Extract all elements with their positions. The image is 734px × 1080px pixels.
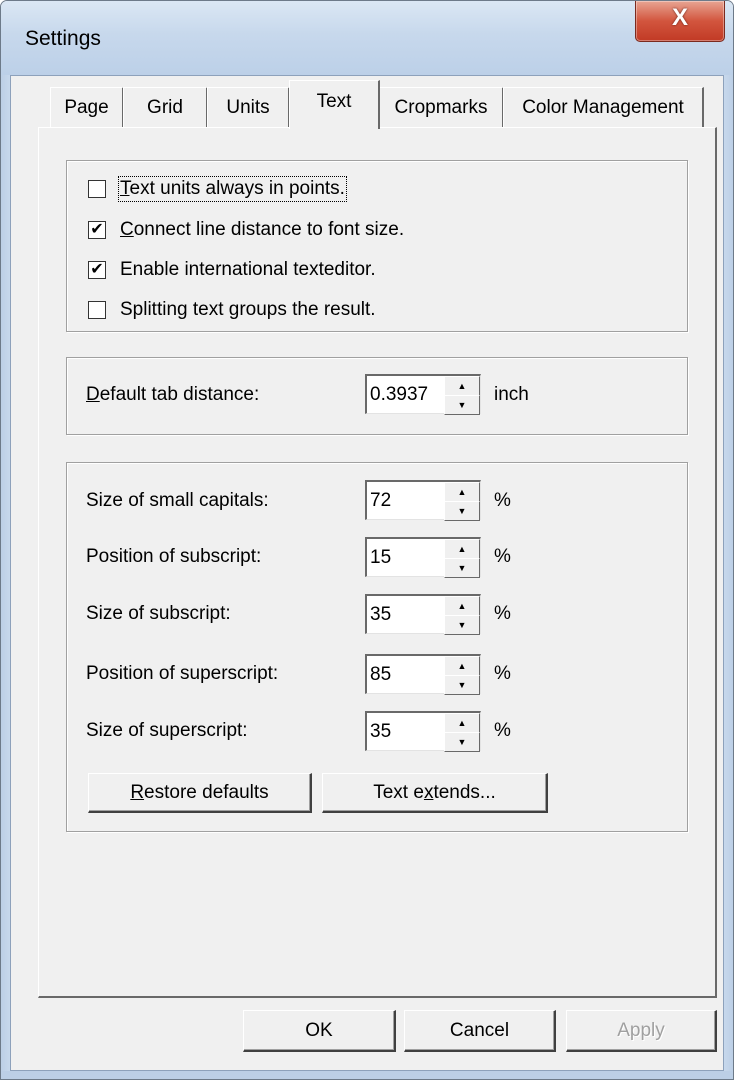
tab-units[interactable]: Units	[207, 87, 290, 128]
spinner-value[interactable]: 0.3937	[370, 384, 428, 406]
text-extends-button[interactable]: Text extends...	[322, 773, 548, 813]
tab-label: Units	[226, 97, 270, 118]
label-rest: ext units always in points.	[129, 178, 345, 199]
tab-label: Color Management	[522, 97, 684, 118]
mnemonic: T	[120, 178, 130, 199]
tab-cropmarks[interactable]: Cropmarks	[379, 87, 504, 128]
label-rest: efault tab distance:	[99, 384, 260, 405]
checkbox[interactable]: ✔	[88, 261, 106, 279]
percent-unit: %	[494, 603, 511, 624]
checkbox[interactable]	[88, 180, 106, 198]
spinner-buttons: ▲ ▼	[444, 596, 480, 635]
spinner-up-button[interactable]: ▲	[444, 713, 480, 733]
subscript-position-spinner[interactable]: 15 ▲ ▼	[365, 537, 481, 578]
spinner-up-button[interactable]: ▲	[444, 539, 480, 559]
window-frame-bottom	[1, 1071, 733, 1079]
cancel-button[interactable]: Cancel	[404, 1010, 556, 1052]
button-label-rest: tends...	[433, 782, 496, 803]
spinner-value[interactable]: 72	[370, 490, 391, 512]
spinner-value[interactable]: 35	[370, 604, 391, 626]
spinner-buttons: ▲ ▼	[444, 713, 480, 752]
option-splitting-text-groups[interactable]: Splitting text groups the result.	[88, 297, 376, 323]
tab-distance-unit: inch	[494, 384, 529, 405]
superscript-size-label: Size of superscript:	[86, 720, 248, 741]
button-label-part: Text e	[373, 782, 424, 803]
spinner-down-button[interactable]: ▼	[444, 732, 480, 752]
percent-unit: %	[494, 720, 511, 741]
option-international-texteditor[interactable]: ✔ Enable international texteditor.	[88, 257, 376, 283]
tab-label: Cropmarks	[394, 97, 488, 118]
spinner-down-button[interactable]: ▼	[444, 558, 480, 578]
title-bar[interactable]: Settings X	[1, 1, 733, 75]
mnemonic: x	[423, 782, 434, 803]
mnemonic: D	[86, 384, 100, 405]
percent-unit: %	[494, 546, 511, 567]
percent-unit: %	[494, 663, 511, 684]
spinner-buttons: ▲ ▼	[444, 539, 480, 578]
option-label: Splitting text groups the result.	[120, 299, 376, 320]
window-frame-left	[1, 75, 10, 1079]
spinner-up-button[interactable]: ▲	[444, 596, 480, 616]
superscript-position-spinner[interactable]: 85 ▲ ▼	[365, 654, 481, 695]
window-frame-right	[724, 75, 733, 1079]
subscript-size-label: Size of subscript:	[86, 603, 231, 624]
checkbox[interactable]: ✔	[88, 221, 106, 239]
tab-label: Grid	[147, 97, 183, 118]
ok-button[interactable]: OK	[243, 1010, 396, 1052]
spinner-down-button[interactable]: ▼	[444, 615, 480, 635]
superscript-position-label: Position of superscript:	[86, 663, 279, 684]
small-capitals-spinner[interactable]: 72 ▲ ▼	[365, 480, 481, 521]
small-capitals-label: Size of small capitals:	[86, 490, 269, 511]
tab-page[interactable]: Page	[50, 87, 124, 128]
close-button[interactable]: X	[635, 1, 725, 42]
checkbox[interactable]	[88, 301, 106, 319]
spinner-up-button[interactable]: ▲	[444, 656, 480, 676]
option-label: Connect line distance to font size.	[120, 219, 404, 241]
tab-color-management[interactable]: Color Management	[503, 87, 704, 128]
spinner-up-button[interactable]: ▲	[444, 482, 480, 502]
window-title: Settings	[25, 27, 101, 50]
subscript-position-label: Position of subscript:	[86, 546, 262, 567]
tab-grid[interactable]: Grid	[123, 87, 208, 128]
spinner-down-button[interactable]: ▼	[444, 395, 480, 415]
spinner-value[interactable]: 15	[370, 547, 391, 569]
superscript-size-spinner[interactable]: 35 ▲ ▼	[365, 711, 481, 752]
option-text-units-points[interactable]: Text units always in points.	[88, 176, 347, 202]
percent-unit: %	[494, 490, 511, 511]
spinner-down-button[interactable]: ▼	[444, 675, 480, 695]
spinner-up-button[interactable]: ▲	[444, 376, 480, 396]
tab-distance-label: Default tab distance:	[86, 384, 259, 406]
option-label: Enable international texteditor.	[120, 259, 376, 280]
check-icon: ✔	[90, 221, 104, 238]
tab-label: Text	[316, 91, 352, 112]
spinner-value[interactable]: 35	[370, 721, 391, 743]
option-label: Text units always in points.	[118, 176, 347, 202]
close-icon: X	[671, 4, 688, 31]
spinner-buttons: ▲ ▼	[444, 376, 480, 415]
subscript-size-spinner[interactable]: 35 ▲ ▼	[365, 594, 481, 635]
spinner-buttons: ▲ ▼	[444, 482, 480, 521]
mnemonic: C	[120, 219, 134, 240]
spinner-value[interactable]: 85	[370, 664, 391, 686]
apply-button[interactable]: Apply	[566, 1010, 717, 1052]
tab-text[interactable]: Text	[289, 80, 380, 129]
restore-defaults-button[interactable]: Restore defaults	[88, 773, 312, 813]
spinner-buttons: ▲ ▼	[444, 656, 480, 695]
mnemonic: R	[130, 782, 145, 803]
label-rest: onnect line distance to font size.	[133, 219, 405, 240]
option-connect-line-distance[interactable]: ✔ Connect line distance to font size.	[88, 217, 404, 243]
tab-label: Page	[64, 97, 109, 118]
check-icon: ✔	[90, 261, 104, 278]
spinner-down-button[interactable]: ▼	[444, 501, 480, 521]
tab-distance-spinner[interactable]: 0.3937 ▲ ▼	[365, 374, 481, 415]
button-label-rest: estore defaults	[144, 782, 269, 803]
